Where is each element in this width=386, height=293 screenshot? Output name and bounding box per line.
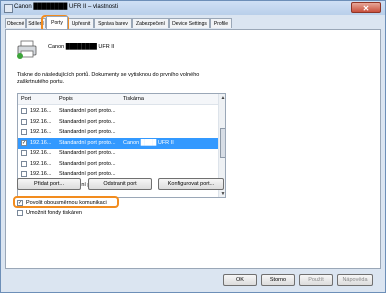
scroll-down-icon[interactable]: ▼	[219, 190, 225, 197]
port-row[interactable]: 192.16... Standardní port proto...	[18, 148, 218, 159]
pooling-row[interactable]: Umožnit fondy tiskáren	[17, 209, 127, 217]
port-row[interactable]: 192.16... Standardní port proto...	[18, 106, 218, 117]
help-button[interactable]: Nápověda	[337, 274, 373, 286]
scroll-up-icon[interactable]: ▲	[219, 94, 225, 102]
port-row[interactable]: ✓ 192.16... Standardní port proto... Canon …	[18, 137, 218, 149]
port-checkbox[interactable]	[21, 108, 27, 114]
tab-sharing[interactable]: Sdílení	[26, 18, 46, 28]
port-checkbox[interactable]: ✓	[21, 139, 27, 146]
close-button[interactable]: ✕	[351, 2, 381, 13]
bidirectional-label: Povolit obousměrnou komunikaci	[26, 200, 107, 206]
pooling-checkbox[interactable]	[17, 210, 23, 216]
port-name: 192.16...	[30, 160, 52, 167]
port-description: Standardní port proto...	[59, 129, 116, 135]
list-header: Port Popis Tiskárna	[18, 94, 218, 105]
tab-color-management[interactable]: Správa barev	[94, 18, 132, 28]
tab-profile[interactable]: Profile	[210, 18, 232, 28]
ok-button[interactable]: OK	[223, 274, 257, 286]
printer-icon	[17, 40, 37, 59]
tab-advanced[interactable]: Upřesnit	[68, 18, 94, 28]
header-description[interactable]: Popis	[59, 94, 73, 104]
tab-ports[interactable]: Porty	[46, 16, 68, 29]
port-checkbox[interactable]	[21, 171, 27, 177]
scroll-thumb[interactable]	[220, 128, 225, 158]
port-checkbox[interactable]	[21, 118, 27, 125]
port-name: 192.16...	[30, 150, 52, 156]
cancel-button[interactable]: Storno	[261, 274, 295, 286]
ports-description: Tiskne do následujících portů. Dokumenty…	[17, 72, 200, 85]
port-description: Standardní port proto...	[59, 150, 116, 156]
port-description: Standardní port proto...	[59, 160, 116, 167]
port-name: 192.16...	[30, 139, 52, 146]
port-row[interactable]: 192.16... Standardní port proto...	[18, 117, 218, 128]
properties-window: Canon ████████ UFR II – vlastnosti ✕ Obe…	[0, 0, 386, 293]
tab-strip: Obecné Sdílení Porty Upřesnit Správa bar…	[5, 16, 385, 30]
printer-window-icon	[4, 4, 13, 13]
port-description: Standardní port proto...	[59, 108, 116, 114]
pooling-label: Umožnit fondy tiskáren	[26, 210, 82, 216]
delete-port-button[interactable]: Odstranit port	[88, 178, 152, 190]
port-name: 192.16...	[30, 108, 52, 114]
tab-security[interactable]: Zabezpečení	[132, 18, 169, 28]
printer-name: Canon ████████ UFR II	[48, 44, 115, 50]
title-bar: Canon ████████ UFR II – vlastnosti ✕	[1, 1, 385, 15]
bidirectional-checkbox[interactable]: ✓	[17, 200, 23, 206]
port-row[interactable]: 192.16... Standardní port proto...	[18, 159, 218, 170]
port-description: Standardní port proto...	[59, 118, 116, 125]
apply-button[interactable]: Použít	[299, 274, 333, 286]
port-checkbox[interactable]	[21, 129, 27, 135]
add-port-button[interactable]: Přidat port...	[17, 178, 81, 190]
tab-device-settings[interactable]: Device Settings	[169, 18, 210, 28]
ports-panel: Canon ████████ UFR II Tiskne do následuj…	[5, 29, 381, 269]
port-description: Standardní port proto...	[59, 139, 116, 146]
header-port[interactable]: Port	[21, 94, 31, 104]
window-title: Canon ████████ UFR II – vlastnosti	[14, 4, 119, 10]
header-printer[interactable]: Tiskárna	[123, 94, 144, 104]
port-printer: Canon ████ UFR II	[123, 139, 174, 146]
port-checkbox[interactable]	[21, 160, 27, 167]
tab-general[interactable]: Obecné	[5, 18, 26, 28]
port-name: 192.16...	[30, 118, 52, 125]
port-name: 192.16...	[30, 129, 52, 135]
port-row[interactable]: 192.16... Standardní port proto...	[18, 127, 218, 138]
bidirectional-row[interactable]: ✓ Povolit obousměrnou komunikaci	[17, 199, 127, 207]
configure-port-button[interactable]: Konfigurovat port...	[158, 178, 224, 190]
port-checkbox[interactable]	[21, 150, 27, 156]
